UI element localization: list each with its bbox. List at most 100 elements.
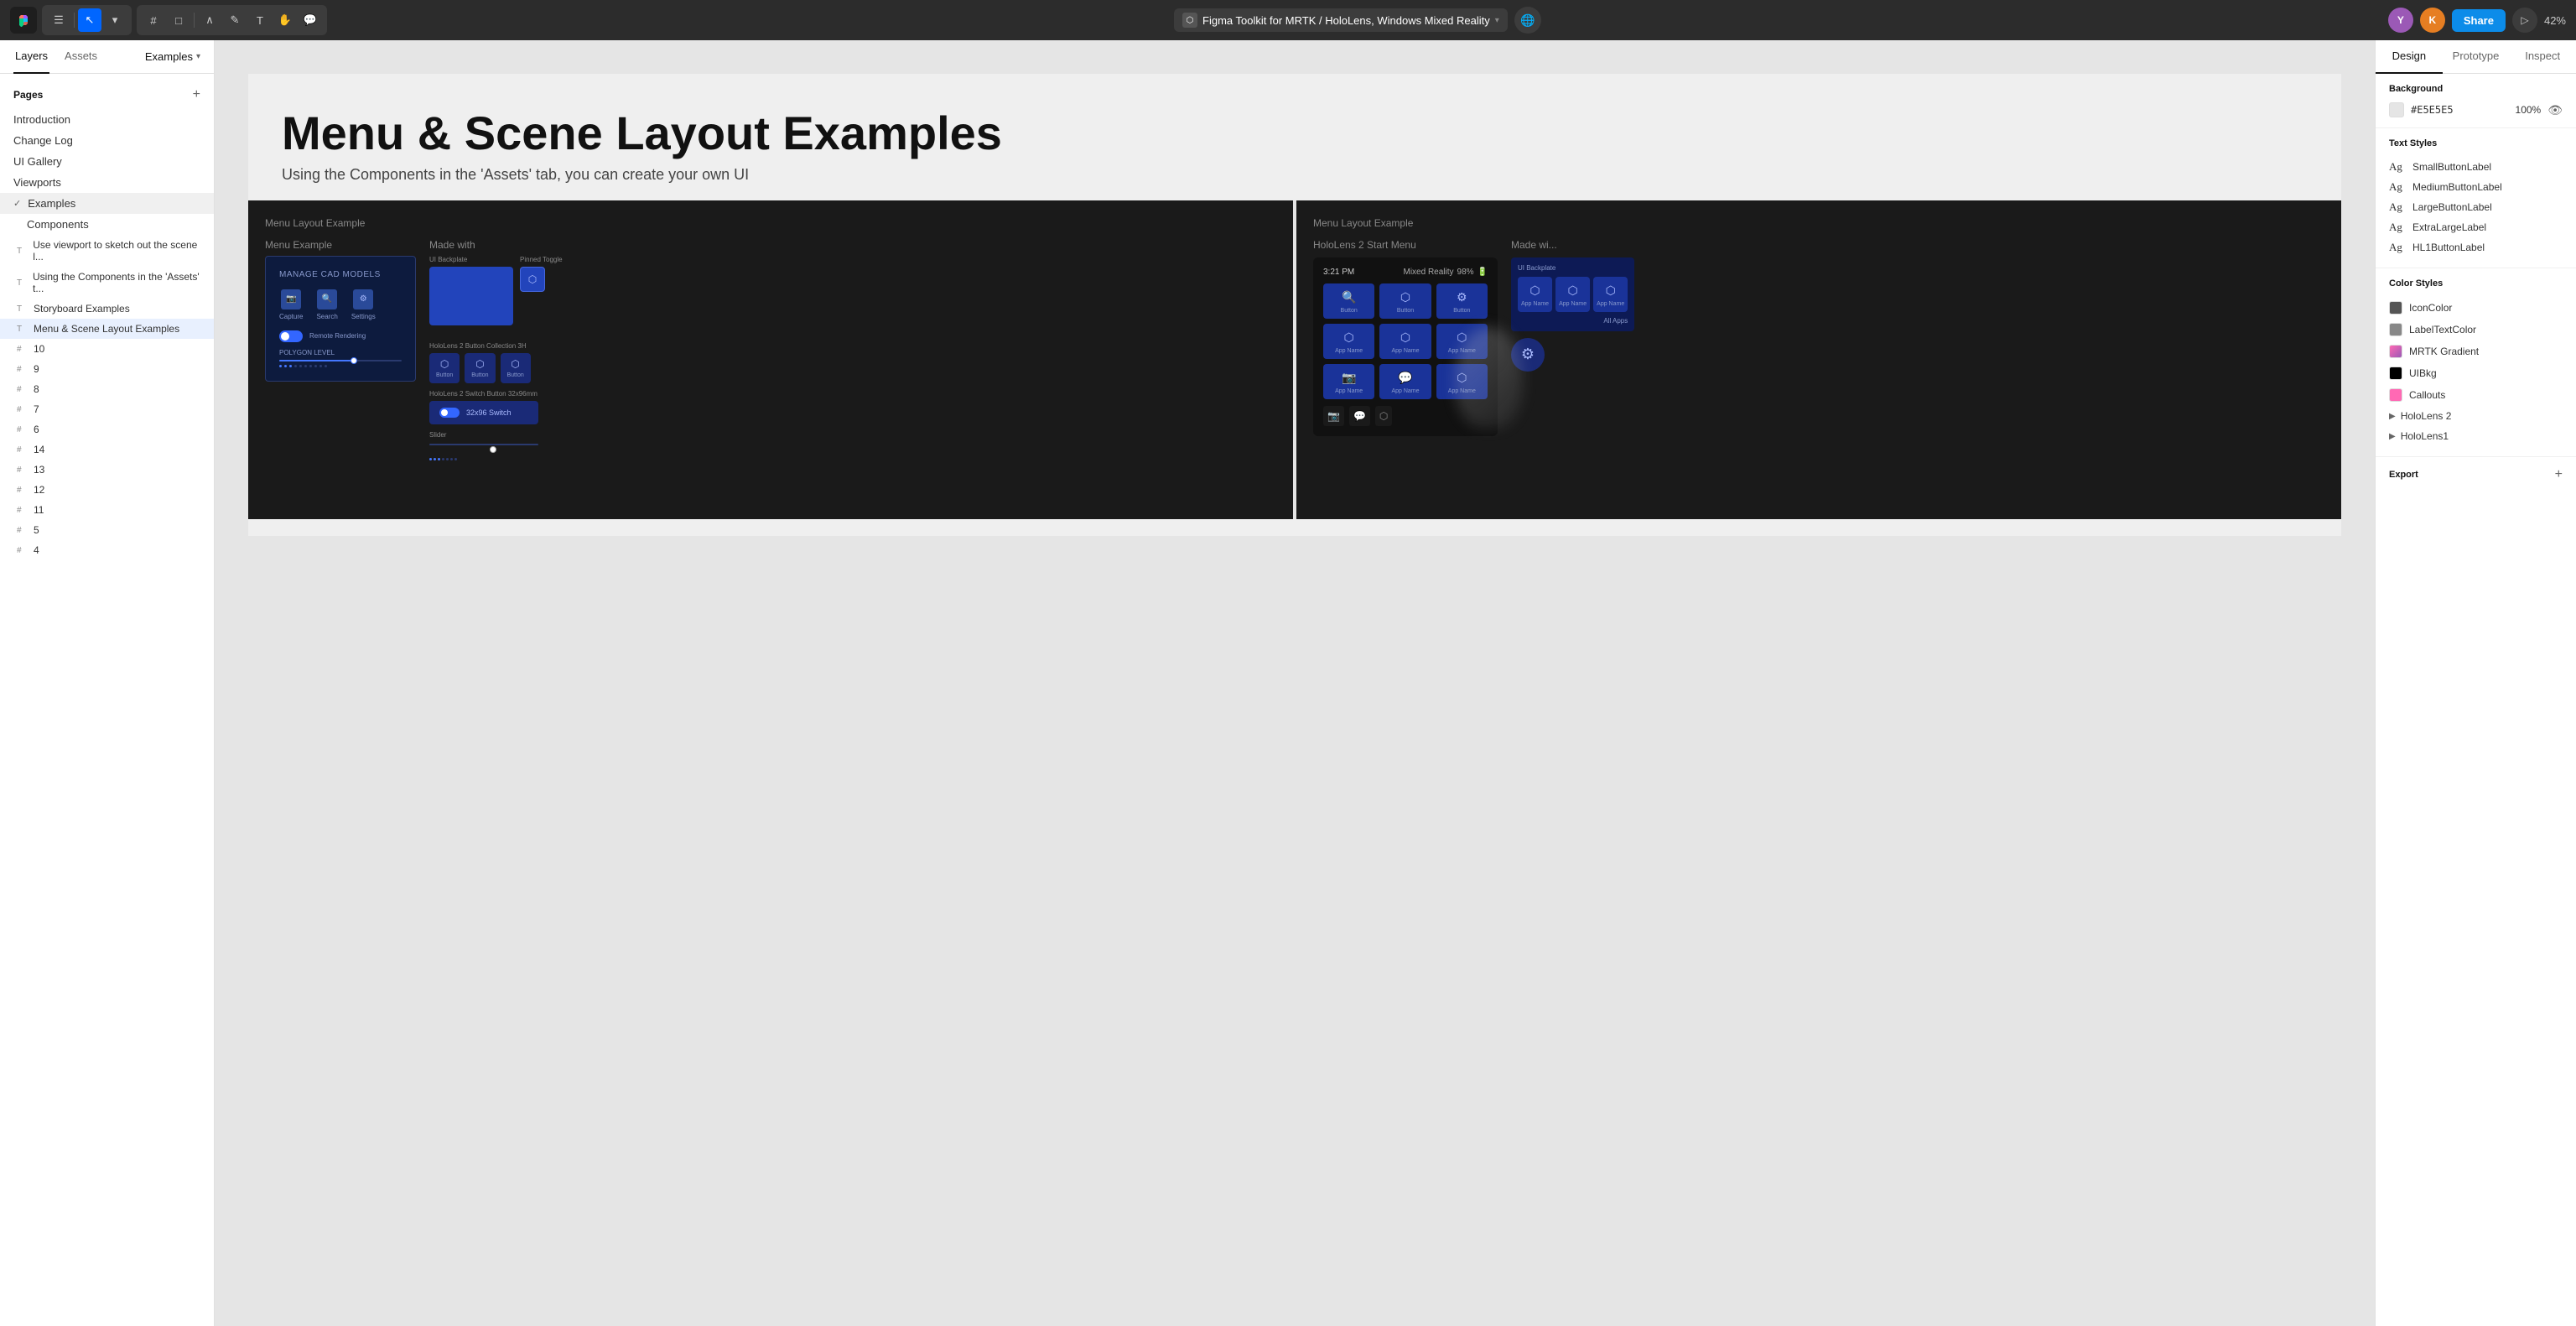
layer-item-13[interactable]: # 5 [0,520,214,540]
layer-label: Use viewport to sketch out the scene l..… [33,239,200,263]
polygon-section: POLYGON LEVEL [279,349,402,367]
page-item-examples[interactable]: ✓ Examples [0,193,214,214]
holo-app-4: ⬡ App Name [1323,324,1374,359]
layer-item-14[interactable]: # 4 [0,540,214,560]
toggle-switch [279,330,303,342]
color-style-callouts[interactable]: Callouts [2389,384,2563,406]
tab-design[interactable]: Design [2376,40,2443,74]
frame-icon: # [17,445,29,455]
page-item-changelog[interactable]: Change Log [0,130,214,151]
tab-prototype[interactable]: Prototype [2443,40,2510,74]
holo-app-8: 💬 App Name [1379,364,1431,399]
figma-logo[interactable] [10,7,37,34]
layer-item-11[interactable]: # 12 [0,480,214,500]
mini-dot-4 [442,458,444,460]
add-page-button[interactable]: + [193,87,200,102]
holo2-app-3: ⬡ App Name [1593,277,1628,312]
ag-icon: Ag [2389,200,2406,214]
tab-examples[interactable]: Examples ▾ [145,50,200,63]
comment-tool-btn[interactable]: 💬 [299,8,322,32]
select-tool-btn[interactable]: ▾ [103,8,127,32]
layer-item-5[interactable]: # 9 [0,359,214,379]
holo2-title: Made wi... [1511,239,1634,251]
tab-assets[interactable]: Assets [63,40,99,74]
example1-label: Menu Layout Example [265,217,1276,229]
holo-app-icon-2: ⬡ [1400,290,1410,304]
text-style-small[interactable]: Ag SmallButtonLabel [2389,157,2563,177]
holo2-app-icon-1: ⬡ [1530,283,1540,298]
text-style-extralarge[interactable]: Ag ExtraLargeLabel [2389,217,2563,237]
hand-tool-btn[interactable]: ✋ [273,8,297,32]
pinned-label: Pinned Toggle [520,256,563,263]
layer-item-1[interactable]: T Using the Components in the 'Assets' t… [0,267,214,299]
zoom-level[interactable]: 42% [2544,14,2566,27]
color-style-mrtk[interactable]: MRTK Gradient [2389,341,2563,362]
pen-tool-btn[interactable]: ∧ [198,8,221,32]
bg-opacity-value[interactable]: 100% [2516,104,2542,116]
layer-item-7[interactable]: # 7 [0,399,214,419]
color-style-uibkg[interactable]: UIBkg [2389,362,2563,384]
dot-9 [319,365,322,367]
bg-hex-value[interactable]: #E5E5E5 [2411,104,2509,116]
layer-item-3[interactable]: T Menu & Scene Layout Examples [0,319,214,339]
ui-area: UI Backplate Pinned Toggle ⬡ [429,256,563,335]
search-icon-item: 🔍 Search [316,289,337,320]
layer-item-8[interactable]: # 6 [0,419,214,439]
avatar-k[interactable]: K [2420,8,2445,33]
color-swatch-mrtk [2389,345,2402,358]
export-section: Export + [2376,457,2576,492]
holo-app-icon-4: ⬡ [1344,330,1354,345]
layer-item-6[interactable]: # 8 [0,379,214,399]
layer-item-12[interactable]: # 11 [0,500,214,520]
holo-btn-1: ⬡ Button [429,353,460,383]
page-item-viewports[interactable]: Viewports [0,172,214,193]
holo2-app-icon-2: ⬡ [1568,283,1578,298]
move-tool-btn[interactable]: ↖ [78,8,101,32]
page-item-uigallery[interactable]: UI Gallery [0,151,214,172]
chevron-down-icon: ▾ [196,52,200,61]
holo-btn-label-1: Button [436,372,453,378]
mini-slider [429,444,538,455]
text-style-medium[interactable]: Ag MediumButtonLabel [2389,177,2563,197]
globe-btn[interactable]: 🌐 [1514,7,1541,34]
avatar-y[interactable]: Y [2388,8,2413,33]
page-item-components[interactable]: Components [0,214,214,235]
file-icon: ⬡ [1182,13,1197,28]
holo2-app-icon-3: ⬡ [1606,283,1616,298]
play-button[interactable]: ▷ [2512,8,2537,33]
settings-label: Settings [351,313,376,320]
move-tool-group: ☰ ↖ ▾ [42,5,132,35]
holo-status-bar: 3:21 PM Mixed Reality 98% 🔋 [1323,268,1488,277]
color-style-iconcolor[interactable]: IconColor [2389,297,2563,319]
layer-item-0[interactable]: T Use viewport to sketch out the scene l… [0,235,214,267]
bg-color-swatch[interactable] [2389,102,2404,117]
color-name-mrtk: MRTK Gradient [2409,346,2479,357]
visibility-toggle[interactable]: 👁 [2547,103,2563,117]
mini-dot-1 [429,458,432,460]
text-tool-btn[interactable]: T [248,8,272,32]
text-style-hl1[interactable]: Ag HL1ButtonLabel [2389,237,2563,257]
page-item-introduction[interactable]: Introduction [0,109,214,130]
share-button[interactable]: Share [2452,9,2506,32]
layer-item-2[interactable]: T Storyboard Examples [0,299,214,319]
layer-item-10[interactable]: # 13 [0,460,214,480]
frame-tool-btn[interactable]: # [142,8,165,32]
search-icon: 🔍 [317,289,337,309]
holo-app-label-2: Button [1397,308,1414,314]
layer-item-9[interactable]: # 14 [0,439,214,460]
shape-tool-btn[interactable]: □ [167,8,190,32]
group-hololens2[interactable]: ▶ HoloLens 2 [2389,406,2563,426]
marker-tool-btn[interactable]: ✎ [223,8,247,32]
add-export-button[interactable]: + [2555,467,2563,482]
group-hololens1[interactable]: ▶ HoloLens1 [2389,426,2563,446]
layer-item-4[interactable]: # 10 [0,339,214,359]
tab-inspect[interactable]: Inspect [2509,40,2576,74]
tab-layers[interactable]: Layers [13,40,49,74]
dot-5 [299,365,302,367]
menu-tool-btn[interactable]: ☰ [47,8,70,32]
file-info[interactable]: ⬡ Figma Toolkit for MRTK / HoloLens, Win… [1174,8,1508,32]
holo-bottom-btn-2: 💬 [1349,406,1370,426]
color-style-labeltextcolor[interactable]: LabelTextColor [2389,319,2563,341]
text-style-large[interactable]: Ag LargeButtonLabel [2389,197,2563,217]
canvas[interactable]: Menu & Scene Layout Examples Using the C… [215,40,2375,1326]
